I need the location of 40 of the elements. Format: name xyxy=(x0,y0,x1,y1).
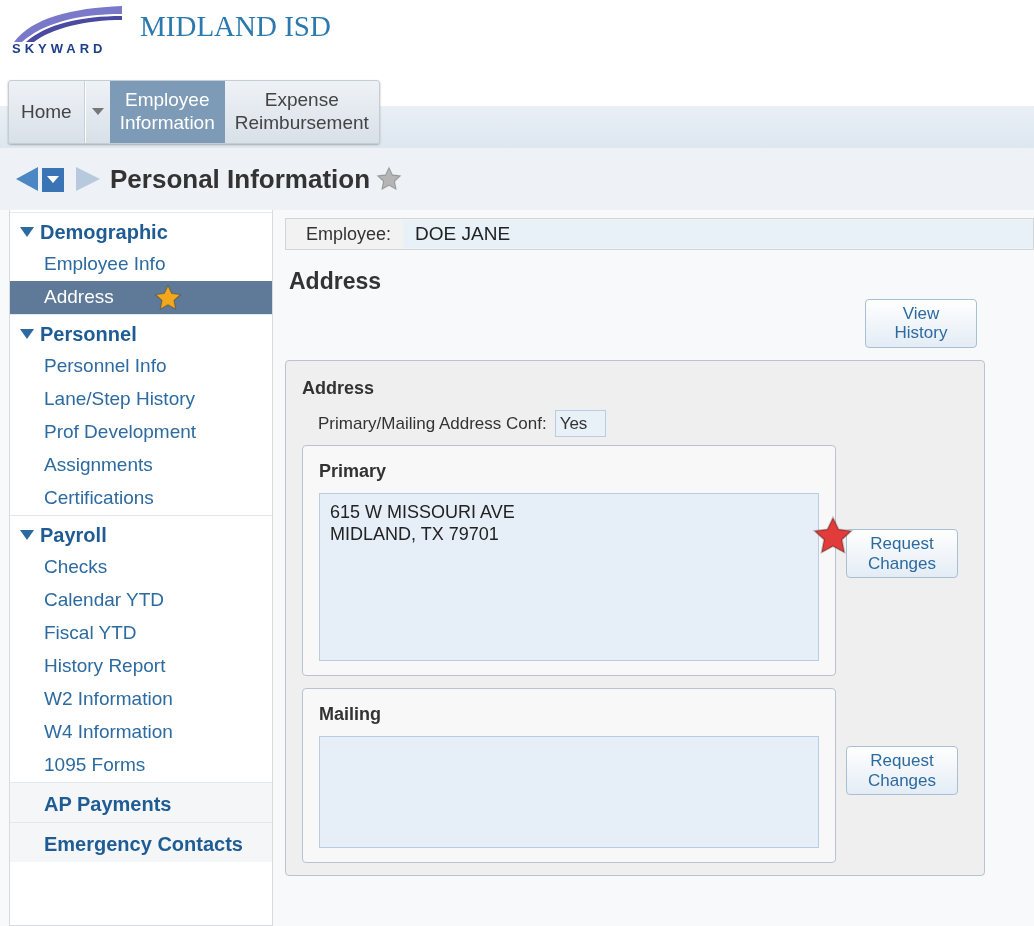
nav-tab[interactable]: Home xyxy=(9,81,85,143)
nav-tab[interactable]: Expense Reimbursement xyxy=(224,81,379,143)
section-label[interactable]: Demographic xyxy=(40,216,168,247)
sidebar-item[interactable]: Assignments xyxy=(10,449,272,482)
sidebar-section[interactable]: Emergency Contacts xyxy=(10,822,272,862)
sidebar-item[interactable]: Prof Development xyxy=(10,416,272,449)
sidebar-item[interactable]: Employee Info xyxy=(10,248,272,281)
request-changes-button[interactable]: Request Changes xyxy=(846,746,958,796)
panel-title: Address xyxy=(302,376,376,400)
district-name: MIDLAND ISD xyxy=(140,12,331,44)
sidebar-item-label: Address xyxy=(44,285,114,310)
logo-text: SKYWARD xyxy=(12,42,108,55)
sidebar-item[interactable]: History Report xyxy=(10,650,272,683)
section-label[interactable]: Payroll xyxy=(40,519,107,550)
block-title: Mailing xyxy=(319,703,382,727)
sidebar-item[interactable]: Checks xyxy=(10,551,272,584)
employee-name: DOE JANE xyxy=(403,220,1033,248)
sidebar-item[interactable]: Certifications xyxy=(10,482,272,515)
sidebar-item[interactable]: W2 Information xyxy=(10,683,272,716)
block-title: Primary xyxy=(319,460,388,484)
star-icon xyxy=(376,166,403,192)
page-title: Personal Information xyxy=(110,162,371,196)
address-line: MIDLAND, TX 79701 xyxy=(330,523,500,546)
sidebar-item[interactable]: Calendar YTD xyxy=(10,584,272,617)
section-label[interactable]: Personnel xyxy=(40,318,137,349)
sidebar-item[interactable]: W4 Information xyxy=(10,716,272,749)
sidebar-item[interactable]: 1095 Forms xyxy=(10,749,272,782)
sidebar-item[interactable]: Lane/Step History xyxy=(10,383,272,416)
section-heading: Address xyxy=(289,267,383,296)
sidebar-item[interactable]: Address xyxy=(10,281,272,314)
request-changes-button[interactable]: Request Changes xyxy=(846,529,958,579)
confirmation-value: Yes xyxy=(554,409,607,438)
sidebar-item[interactable]: Fiscal YTD xyxy=(10,617,272,650)
swoosh-icon xyxy=(12,4,124,42)
view-history-button[interactable]: View History xyxy=(865,298,977,348)
field-label: Primary/Mailing Address Conf: xyxy=(318,412,547,435)
sidebar-item[interactable]: Personnel Info xyxy=(10,350,272,383)
address-line: 615 W MISSOURI AVE xyxy=(330,502,516,524)
sidebar-section[interactable]: AP Payments xyxy=(10,782,272,822)
field-label: Employee: xyxy=(306,222,392,246)
